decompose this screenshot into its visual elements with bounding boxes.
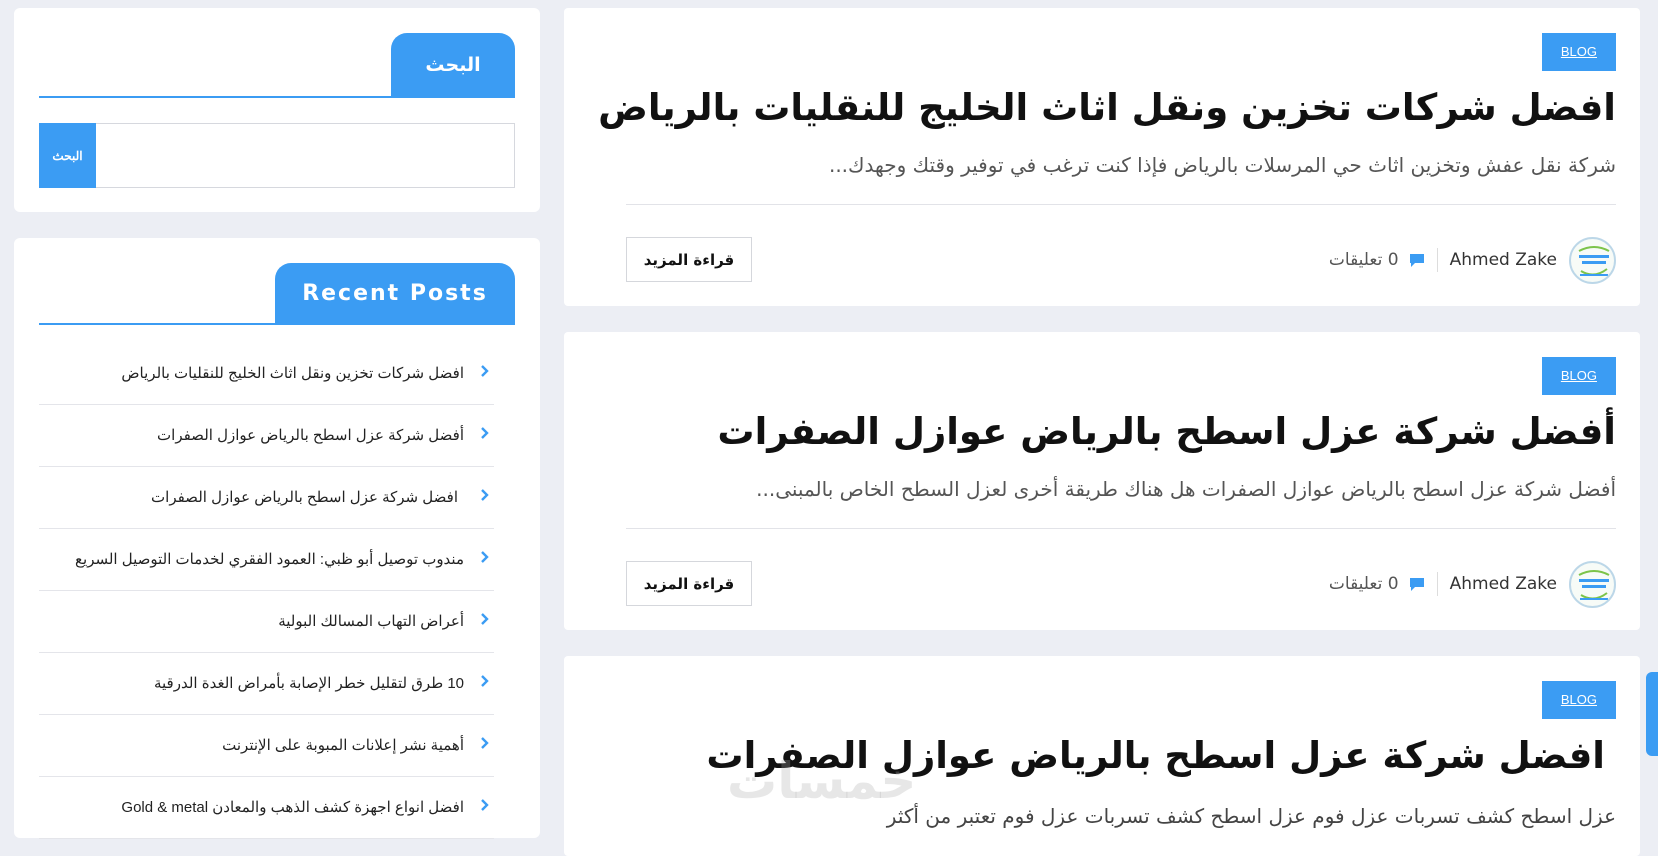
chevron-right-icon [481, 365, 489, 377]
chevron-right-icon [481, 551, 489, 563]
post-title[interactable]: افضل شركات تخزين ونقل اثاث الخليج للنقلي… [598, 86, 1616, 129]
search-form: البحث [39, 123, 515, 188]
post-card: BLOG افضل شركات تخزين ونقل اثاث الخليج ل… [564, 8, 1640, 306]
meta-separator [1436, 248, 1438, 272]
avatar-logo-icon [1578, 569, 1610, 600]
category-badge[interactable]: BLOG [1541, 681, 1616, 719]
search-widget: البحث البحث [14, 8, 540, 212]
read-more-button[interactable]: قراءة المزيد [626, 561, 752, 606]
avatar-logo-icon [1578, 245, 1610, 276]
post-meta: Ahmed Zake 0 تعليقات [1329, 560, 1616, 608]
list-item: أهمية نشر إعلانات المبوبة على الإنترنت [39, 715, 494, 777]
recent-post-link[interactable]: أعراض التهاب المسالك البولية [278, 591, 464, 653]
comment-icon [1409, 253, 1424, 267]
recent-post-link[interactable]: افضل انواع اجهزة كشف الذهب والمعادن Gold… [121, 777, 464, 839]
post-author[interactable]: Ahmed Zake [1450, 250, 1557, 270]
chevron-right-icon [481, 427, 489, 439]
read-more-button[interactable]: قراءة المزيد [626, 237, 752, 282]
comments-count[interactable]: 0 تعليقات [1329, 250, 1399, 270]
chevron-right-icon [481, 799, 489, 811]
recent-post-link[interactable]: أهمية نشر إعلانات المبوبة على الإنترنت [222, 715, 464, 777]
list-item: أفضل شركة عزل اسطح بالرياض عوازل الصفرات [39, 405, 494, 467]
search-input[interactable] [97, 124, 514, 187]
recent-posts-title: Recent Posts [275, 263, 515, 325]
list-item: افضل انواع اجهزة كشف الذهب والمعادن Gold… [39, 777, 494, 839]
comment-icon [1409, 577, 1424, 591]
list-item: افضل شركات تخزين ونقل اثاث الخليج للنقلي… [39, 343, 494, 405]
chevron-right-icon [481, 675, 489, 687]
recent-posts-widget: Recent Posts افضل شركات تخزين ونقل اثاث … [14, 238, 540, 839]
post-excerpt: عزل اسطح كشف تسربات عزل فوم عزل اسطح كشف… [886, 804, 1616, 828]
chevron-right-icon [481, 489, 489, 501]
recent-post-link[interactable]: 10 طرق لتقليل خطر الإصابة بأمراض الغدة ا… [154, 653, 464, 715]
recent-posts-list: افضل شركات تخزين ونقل اثاث الخليج للنقلي… [39, 343, 494, 839]
recent-post-link[interactable]: مندوب توصيل أبو ظبي: العمود الفقري لخدما… [75, 529, 464, 591]
list-item: مندوب توصيل أبو ظبي: العمود الفقري لخدما… [39, 529, 494, 591]
chevron-right-icon [481, 737, 489, 749]
post-card: BLOG أفضل شركة عزل اسطح بالرياض عوازل ال… [564, 332, 1640, 630]
post-card: BLOG افضل شركة عزل اسطح بالرياض عوازل ال… [564, 656, 1640, 856]
scroll-top-tab[interactable] [1646, 672, 1658, 756]
post-meta: Ahmed Zake 0 تعليقات [1329, 236, 1616, 284]
category-badge[interactable]: BLOG [1541, 357, 1616, 395]
search-widget-title: البحث [391, 33, 515, 98]
recent-post-link[interactable]: افضل شركات تخزين ونقل اثاث الخليج للنقلي… [121, 343, 464, 405]
divider [626, 204, 1616, 205]
post-excerpt: أفضل شركة عزل اسطح بالرياض عوازل الصفرات… [756, 477, 1616, 501]
post-title[interactable]: افضل شركة عزل اسطح بالرياض عوازل الصفرات [706, 734, 1605, 777]
search-button[interactable]: البحث [39, 123, 96, 188]
comments-count[interactable]: 0 تعليقات [1329, 574, 1399, 594]
post-title[interactable]: أفضل شركة عزل اسطح بالرياض عوازل الصفرات [717, 410, 1616, 453]
list-item: 10 طرق لتقليل خطر الإصابة بأمراض الغدة ا… [39, 653, 494, 715]
list-item: افضل شركة عزل اسطح بالرياض عوازل الصفرات [39, 467, 494, 529]
chevron-right-icon [481, 613, 489, 625]
avatar[interactable] [1569, 236, 1616, 284]
recent-post-link[interactable]: افضل شركة عزل اسطح بالرياض عوازل الصفرات [151, 467, 458, 529]
post-excerpt: شركة نقل عفش وتخزين اثاث حي المرسلات بال… [828, 153, 1616, 177]
recent-post-link[interactable]: أفضل شركة عزل اسطح بالرياض عوازل الصفرات [157, 405, 464, 467]
post-author[interactable]: Ahmed Zake [1450, 574, 1557, 594]
category-badge[interactable]: BLOG [1541, 33, 1616, 71]
meta-separator [1436, 572, 1438, 596]
list-item: أعراض التهاب المسالك البولية [39, 591, 494, 653]
avatar[interactable] [1569, 560, 1616, 608]
divider [626, 528, 1616, 529]
